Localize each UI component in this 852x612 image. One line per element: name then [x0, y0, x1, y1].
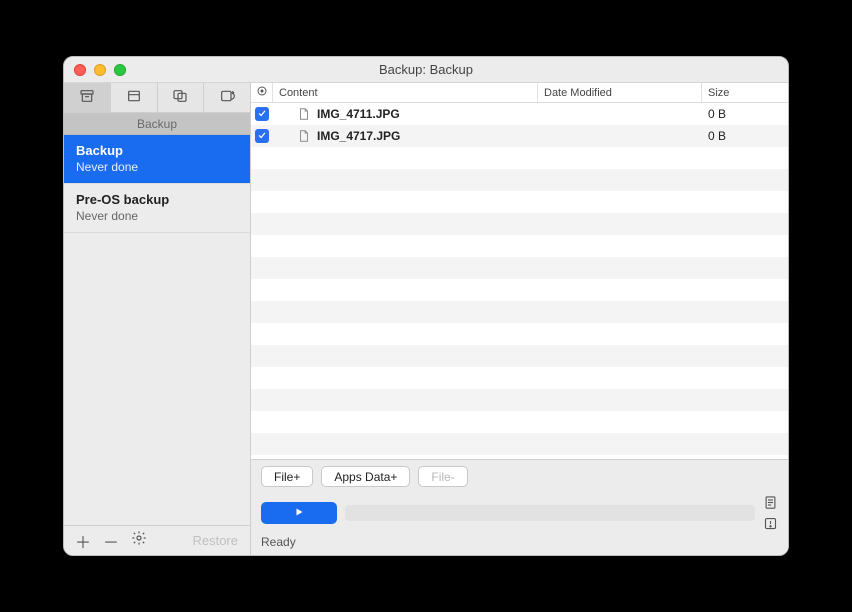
table-row-empty — [251, 389, 788, 411]
table-row-empty — [251, 147, 788, 169]
window-title: Backup: Backup — [64, 62, 788, 77]
settings-button[interactable] — [128, 530, 150, 552]
box-icon — [125, 88, 143, 107]
column-header-content[interactable]: Content — [273, 83, 538, 102]
sidebar-item-title: Pre-OS backup — [76, 192, 238, 207]
sidebar-tab-sync[interactable] — [158, 83, 205, 113]
window-body: Backup Backup Never done Pre-OS backup Neve… — [64, 83, 788, 555]
table-row-empty — [251, 191, 788, 213]
table-row[interactable]: IMG_4711.JPG 0 B — [251, 103, 788, 125]
column-header-checked[interactable] — [251, 83, 273, 102]
sidebar: Backup Backup Never done Pre-OS backup Neve… — [64, 83, 251, 555]
sidebar-tab-backup[interactable] — [64, 83, 111, 113]
run-row — [261, 495, 778, 531]
gear-icon — [131, 530, 147, 551]
file-icon — [297, 128, 311, 144]
target-icon — [256, 85, 268, 100]
zoom-window-button[interactable] — [114, 64, 126, 76]
file-icon — [297, 106, 311, 122]
archive-box-icon — [78, 88, 96, 107]
row-checkbox[interactable] — [255, 129, 269, 143]
sidebar-item-subtitle: Never done — [76, 160, 238, 174]
column-header-size[interactable]: Size — [702, 83, 788, 102]
table-header: Content Date Modified Size — [251, 83, 788, 103]
run-backup-button[interactable] — [261, 502, 337, 524]
table-row-empty — [251, 257, 788, 279]
remove-profile-button[interactable]: － — [100, 530, 122, 552]
table-row-empty — [251, 169, 788, 191]
status-text: Ready — [261, 535, 778, 549]
sidebar-tab-schedule[interactable] — [111, 83, 158, 113]
file-table[interactable]: IMG_4711.JPG 0 B IMG_4717.JPG 0 B — [251, 103, 788, 459]
check-icon — [257, 129, 267, 143]
close-window-button[interactable] — [74, 64, 86, 76]
sidebar-item[interactable]: Backup Never done — [64, 135, 250, 184]
minus-icon: － — [103, 529, 119, 553]
table-row-empty — [251, 279, 788, 301]
column-header-date[interactable]: Date Modified — [538, 83, 702, 102]
table-row-empty — [251, 345, 788, 367]
add-file-button[interactable]: File+ — [261, 466, 313, 487]
restore-button[interactable]: Restore — [192, 533, 242, 548]
side-icon-group — [763, 495, 778, 531]
traffic-lights — [64, 64, 126, 76]
table-row-empty — [251, 213, 788, 235]
add-apps-data-button[interactable]: Apps Data+ — [321, 466, 410, 487]
table-row-empty — [251, 411, 788, 433]
log-button[interactable] — [763, 495, 778, 510]
sidebar-tabs — [64, 83, 250, 113]
titlebar: Backup: Backup — [64, 57, 788, 83]
action-button-row: File+ Apps Data+ File- — [261, 466, 778, 487]
table-row-empty — [251, 301, 788, 323]
table-row-empty — [251, 433, 788, 455]
row-checkbox[interactable] — [255, 107, 269, 121]
sidebar-footer: ＋ － Restore — [64, 525, 250, 555]
table-row-empty — [251, 323, 788, 345]
refresh-box-icon — [218, 88, 236, 107]
sidebar-list: Backup Never done Pre-OS backup Never done — [64, 135, 250, 525]
file-date — [538, 125, 702, 147]
sidebar-item-title: Backup — [76, 143, 238, 158]
check-icon — [257, 107, 267, 121]
main-panel: Content Date Modified Size IMG_4711.JPG 0… — [251, 83, 788, 555]
minimize-window-button[interactable] — [94, 64, 106, 76]
file-size: 0 B — [702, 103, 788, 125]
plus-icon: ＋ — [75, 529, 91, 553]
add-profile-button[interactable]: ＋ — [72, 530, 94, 552]
sidebar-section-label: Backup — [64, 113, 250, 135]
alert-button[interactable] — [763, 516, 778, 531]
file-name: IMG_4711.JPG — [317, 107, 400, 121]
bottom-panel: File+ Apps Data+ File- — [251, 459, 788, 555]
file-date — [538, 103, 702, 125]
table-row-empty — [251, 235, 788, 257]
sidebar-item[interactable]: Pre-OS backup Never done — [64, 184, 250, 233]
table-row[interactable]: IMG_4717.JPG 0 B — [251, 125, 788, 147]
progress-bar — [345, 505, 755, 521]
overlap-icon — [171, 88, 189, 107]
table-row-empty — [251, 367, 788, 389]
play-icon — [293, 506, 305, 521]
sidebar-tab-cloud[interactable] — [204, 83, 250, 113]
file-name: IMG_4717.JPG — [317, 129, 400, 143]
sidebar-item-subtitle: Never done — [76, 209, 238, 223]
file-size: 0 B — [702, 125, 788, 147]
remove-file-button[interactable]: File- — [418, 466, 467, 487]
app-window: Backup: Backup — [63, 56, 789, 556]
